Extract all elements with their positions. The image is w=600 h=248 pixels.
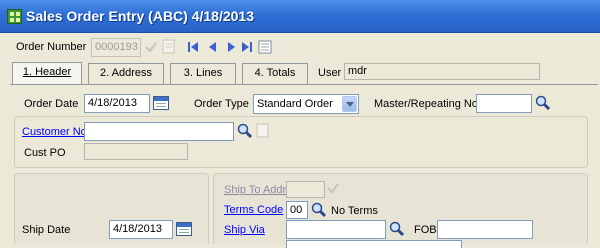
tab-totals-label: 4. Totals: [254, 67, 296, 79]
user-label: User: [318, 67, 342, 79]
cust-po-field[interactable]: [84, 143, 188, 160]
next-row-field[interactable]: [286, 240, 462, 248]
terms-code-field[interactable]: 00: [286, 201, 308, 219]
tab-lines-label: 3. Lines: [183, 67, 223, 79]
cust-po-label: Cust PO: [24, 147, 66, 159]
ship-via-search-icon[interactable]: [389, 221, 405, 237]
next-record-icon[interactable]: [225, 41, 237, 53]
customer-search-icon[interactable]: [237, 123, 253, 139]
master-repeating-field[interactable]: [476, 94, 532, 113]
order-type-select[interactable]: Standard Order: [253, 94, 359, 114]
chevron-down-icon[interactable]: [342, 96, 357, 112]
order-date-label: Order Date: [24, 98, 79, 110]
user-field: mdr: [344, 63, 540, 80]
order-number-field[interactable]: 0000193: [91, 38, 141, 57]
ship-to-address-field[interactable]: [286, 181, 325, 198]
previous-record-icon[interactable]: [207, 41, 219, 53]
master-repeating-label: Master/Repeating No.: [374, 98, 481, 110]
customer-no-link[interactable]: Customer No.: [22, 126, 90, 138]
customer-no-field[interactable]: [84, 122, 234, 141]
ship-via-link[interactable]: Ship Via: [224, 224, 265, 236]
ship-date-field[interactable]: 4/18/2013: [109, 220, 173, 239]
check-icon[interactable]: [144, 40, 158, 54]
first-record-icon[interactable]: [187, 41, 199, 53]
tab-totals[interactable]: 4. Totals: [242, 63, 308, 84]
fob-field[interactable]: [437, 220, 533, 239]
ship-date-label: Ship Date: [22, 224, 71, 236]
ship-date-calendar-icon[interactable]: [176, 222, 192, 236]
tab-header-label: 1. Header: [22, 66, 72, 78]
ship-to-address-link[interactable]: Ship To Addr: [224, 184, 286, 196]
calendar-icon[interactable]: [153, 96, 169, 110]
tab-address-label: 2. Address: [100, 67, 152, 79]
customer-memo-icon[interactable]: [256, 123, 270, 139]
title-bar: Sales Order Entry (ABC) 4/18/2013: [0, 0, 600, 33]
terms-code-link[interactable]: Terms Code: [224, 204, 283, 216]
terms-description: No Terms: [331, 205, 378, 217]
tab-address[interactable]: 2. Address: [88, 63, 164, 84]
order-number-label: Order Number: [16, 41, 87, 53]
window-title: Sales Order Entry (ABC) 4/18/2013: [26, 8, 254, 24]
fob-label: FOB: [414, 224, 437, 236]
terms-search-icon[interactable]: [311, 202, 327, 218]
search-icon[interactable]: [535, 95, 551, 111]
ship-to-check-icon[interactable]: [327, 182, 339, 194]
tab-lines[interactable]: 3. Lines: [170, 63, 236, 84]
order-date-field[interactable]: 4/18/2013: [84, 94, 150, 113]
app-grid-icon: [7, 9, 22, 24]
last-record-icon[interactable]: [241, 41, 253, 53]
memo-icon[interactable]: [162, 39, 176, 55]
tab-divider: [10, 84, 598, 85]
order-type-label: Order Type: [194, 98, 249, 110]
tab-header[interactable]: 1. Header: [12, 62, 82, 84]
order-type-value: Standard Order: [257, 98, 333, 110]
ship-via-field[interactable]: [286, 220, 386, 239]
list-icon[interactable]: [258, 40, 272, 54]
